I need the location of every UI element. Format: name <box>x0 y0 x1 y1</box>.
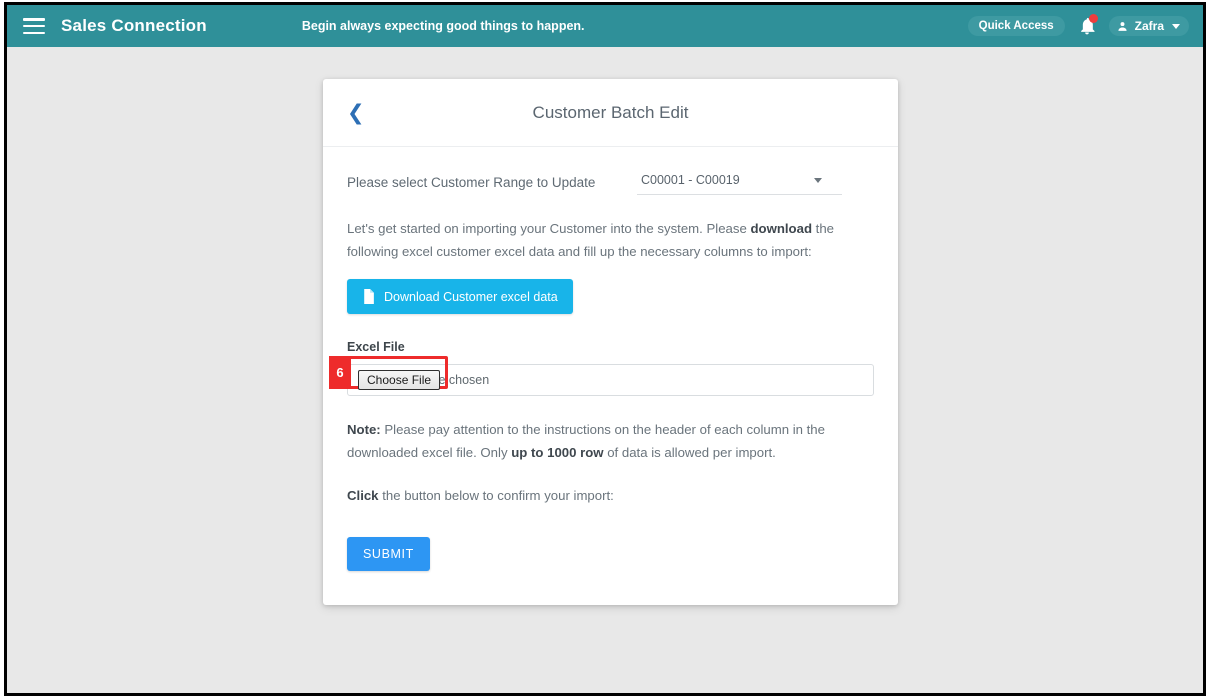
click-bold-label: Click <box>347 488 379 503</box>
note-paragraph: Note: Please pay attention to the instru… <box>347 418 874 464</box>
hamburger-menu-icon[interactable] <box>23 18 45 34</box>
screenshot-frame: Sales Connection Begin always expecting … <box>4 2 1206 696</box>
card-header: ❮ Customer Batch Edit <box>323 79 898 147</box>
notification-bell-icon[interactable] <box>1077 14 1098 37</box>
excel-file-label: Excel File <box>347 340 405 354</box>
page-background: ❮ Customer Batch Edit Please select Cust… <box>7 47 1203 693</box>
intro-bold-download: download <box>750 221 813 236</box>
card-body: Please select Customer Range to Update C… <box>323 147 898 605</box>
person-icon <box>1118 21 1127 31</box>
excel-file-input-row: No file chosen Choose File 6 <box>329 356 874 396</box>
page-title: Customer Batch Edit <box>532 102 689 122</box>
quick-access-button[interactable]: Quick Access <box>967 16 1065 36</box>
note-text-2: of data is allowed per import. <box>603 445 776 460</box>
customer-batch-edit-card: ❮ Customer Batch Edit Please select Cust… <box>323 79 898 605</box>
user-menu-button[interactable]: Zafra <box>1108 16 1189 36</box>
app-header-actions: Quick Access Zafra <box>967 14 1203 37</box>
chevron-down-icon <box>1172 23 1180 29</box>
click-paragraph: Click the button below to confirm your i… <box>347 484 874 507</box>
note-bold-rowlimit: up to 1000 row <box>511 445 604 460</box>
download-customer-excel-button[interactable]: Download Customer excel data <box>347 279 573 314</box>
note-bold-label: Note: <box>347 422 381 437</box>
choose-file-button[interactable]: Choose File <box>358 370 441 390</box>
intro-text-1: Let's get started on importing your Cust… <box>347 221 751 236</box>
annotation-step-badge: 6 <box>329 356 351 389</box>
customer-range-label: Please select Customer Range to Update <box>347 175 596 190</box>
caret-down-icon <box>814 177 822 183</box>
customer-range-value: C00001 - C00019 <box>641 173 740 187</box>
click-text-1: the button below to confirm your import: <box>378 488 614 503</box>
back-chevron-icon[interactable]: ❮ <box>347 102 365 123</box>
app-tagline: Begin always expecting good things to ha… <box>301 19 585 33</box>
user-name-label: Zafra <box>1134 19 1164 33</box>
notification-badge-dot <box>1088 14 1098 23</box>
download-button-label: Download Customer excel data <box>384 289 558 304</box>
app-brand-title: Sales Connection <box>61 16 207 35</box>
submit-button[interactable]: SUBMIT <box>347 537 430 571</box>
customer-range-select[interactable]: C00001 - C00019 <box>637 169 842 195</box>
app-header: Sales Connection Begin always expecting … <box>7 5 1203 47</box>
file-document-icon <box>364 289 374 304</box>
intro-paragraph: Let's get started on importing your Cust… <box>347 217 874 263</box>
customer-range-row: Please select Customer Range to Update C… <box>347 169 874 195</box>
